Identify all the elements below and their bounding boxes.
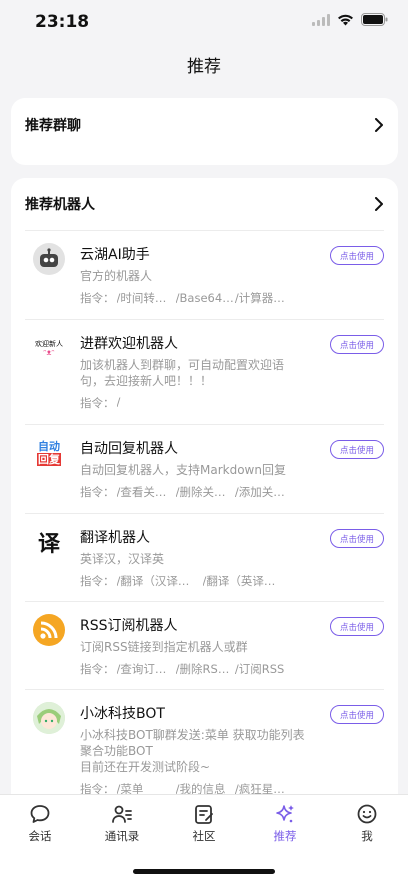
sparkle-icon <box>276 805 294 823</box>
use-bot-button[interactable]: 点击使用 <box>330 529 384 548</box>
command-item[interactable]: /添加关键字 <box>235 484 294 500</box>
bot-commands: 指令： /查询订阅列表 /删除RSS订阅 /订阅RSS <box>80 661 294 677</box>
bot-name: 进群欢迎机器人 <box>80 336 178 352</box>
tab-label: 推荐 <box>273 829 297 843</box>
recommended-bots-header[interactable]: 推荐机器人 <box>11 178 398 230</box>
bot-description: 加该机器人到群聊，可自动配置欢迎语句，去迎接新人吧！！！ <box>80 358 285 388</box>
bot-description: 小冰科技BOT聊群发送:菜单 获取功能列表 聚合功能BOT 目前还在开发测试阶段… <box>80 728 305 774</box>
welcome-icon: 欢迎新人 ᵔᴥᵔ <box>33 332 65 364</box>
bot-list: 云湖AI助手 官方的机器人 指令： /时间转换帮助 /Base64编… /计算器… <box>11 230 398 818</box>
tab-contacts[interactable]: 通讯录 <box>82 803 162 844</box>
tab-recommend[interactable]: 推荐 <box>245 803 325 844</box>
bot-item-auto-reply[interactable]: 自动 回复 自动回复机器人 自动回复机器人，支持Markdown回复 指令： /… <box>25 424 384 513</box>
translate-icon: 译 <box>33 526 65 558</box>
signal-icon <box>312 13 330 26</box>
recommended-bots-title: 推荐机器人 <box>25 197 95 213</box>
use-bot-button[interactable]: 点击使用 <box>330 335 384 354</box>
page-title: 推荐 <box>187 57 221 77</box>
tab-chats[interactable]: 会话 <box>0 803 80 844</box>
recommended-groups-card[interactable]: 推荐群聊 <box>11 98 398 165</box>
use-bot-button[interactable]: 点击使用 <box>330 705 384 724</box>
command-item[interactable]: /翻译（英译… <box>203 573 289 589</box>
tab-me[interactable]: 我 <box>327 803 407 844</box>
command-item[interactable]: /删除关键字 <box>176 484 235 500</box>
bot-description: 订阅RSS链接到指定机器人或群 <box>80 640 248 654</box>
use-bot-button[interactable]: 点击使用 <box>330 246 384 265</box>
tab-community[interactable]: 社区 <box>164 803 244 844</box>
robot-icon <box>33 243 65 275</box>
bot-name: 小冰科技BOT <box>80 706 165 722</box>
commands-label: 指令： <box>80 396 115 410</box>
rss-icon <box>33 614 65 646</box>
bot-commands: 指令： / <box>80 395 294 411</box>
command-item[interactable]: /计算器帮助 <box>235 290 294 306</box>
recommended-bots-card: 推荐机器人 云湖AI助手 官方的机器人 指令： /时间转换帮助 /Base64编… <box>11 178 398 818</box>
commands-label: 指令： <box>80 662 115 676</box>
tab-label: 我 <box>361 829 373 843</box>
chat-bubble-icon <box>30 805 50 823</box>
anime-avatar-icon <box>33 702 65 734</box>
commands-label: 指令： <box>80 291 115 305</box>
command-item[interactable]: /翻译（汉译… <box>117 573 203 589</box>
bot-commands: 指令： /翻译（汉译… /翻译（英译… <box>80 573 294 589</box>
recommended-groups-header[interactable]: 推荐群聊 <box>11 98 398 152</box>
tab-label: 社区 <box>192 829 216 843</box>
command-item[interactable]: /查询订阅列表 <box>117 661 176 677</box>
command-item[interactable]: / <box>117 395 203 411</box>
auto-reply-icon: 自动 回复 <box>33 437 65 469</box>
command-item[interactable]: /时间转换帮助 <box>117 290 176 306</box>
bot-description: 自动回复机器人，支持Markdown回复 <box>80 463 286 477</box>
command-item[interactable]: /Base64编… <box>176 290 235 306</box>
smile-icon <box>357 804 377 824</box>
tab-label: 通讯录 <box>104 829 140 843</box>
wifi-icon <box>337 14 354 26</box>
contacts-icon <box>112 805 132 823</box>
bot-description: 英译汉，汉译英 <box>80 552 165 566</box>
bot-description: 官方的机器人 <box>80 269 153 283</box>
bot-item-welcome[interactable]: 欢迎新人 ᵔᴥᵔ 进群欢迎机器人 加该机器人到群聊，可自动配置欢迎语句，去迎接新… <box>25 319 384 424</box>
command-item[interactable]: /订阅RSS <box>235 661 294 677</box>
bot-item-yunhu-ai[interactable]: 云湖AI助手 官方的机器人 指令： /时间转换帮助 /Base64编… /计算器… <box>25 230 384 319</box>
bot-name: 云湖AI助手 <box>80 247 150 263</box>
status-bar: 23:18 <box>0 0 408 44</box>
command-item[interactable]: /查看关键字 <box>117 484 176 500</box>
home-indicator <box>133 869 275 874</box>
commands-label: 指令： <box>80 574 115 588</box>
community-icon <box>195 805 213 824</box>
use-bot-button[interactable]: 点击使用 <box>330 617 384 636</box>
status-time: 23:18 <box>35 12 90 32</box>
status-icons <box>312 13 388 26</box>
recommended-groups-title: 推荐群聊 <box>25 118 81 134</box>
command-item[interactable]: /删除RSS订阅 <box>176 661 235 677</box>
chevron-right-icon <box>375 197 383 211</box>
bot-name: 翻译机器人 <box>80 530 150 546</box>
bot-item-rss[interactable]: RSS订阅机器人 订阅RSS链接到指定机器人或群 指令： /查询订阅列表 /删除… <box>25 601 384 689</box>
tab-label: 会话 <box>28 829 52 843</box>
use-bot-button[interactable]: 点击使用 <box>330 440 384 459</box>
bot-item-translate[interactable]: 译 翻译机器人 英译汉，汉译英 指令： /翻译（汉译… /翻译（英译… 点击使用 <box>25 513 384 601</box>
chevron-right-icon <box>375 118 383 132</box>
bot-name: RSS订阅机器人 <box>80 618 178 634</box>
bot-commands: 指令： /时间转换帮助 /Base64编… /计算器帮助 <box>80 290 294 306</box>
battery-icon <box>361 13 388 26</box>
commands-label: 指令： <box>80 485 115 499</box>
bot-commands: 指令： /查看关键字 /删除关键字 /添加关键字 <box>80 484 294 500</box>
bot-name: 自动回复机器人 <box>80 441 178 457</box>
